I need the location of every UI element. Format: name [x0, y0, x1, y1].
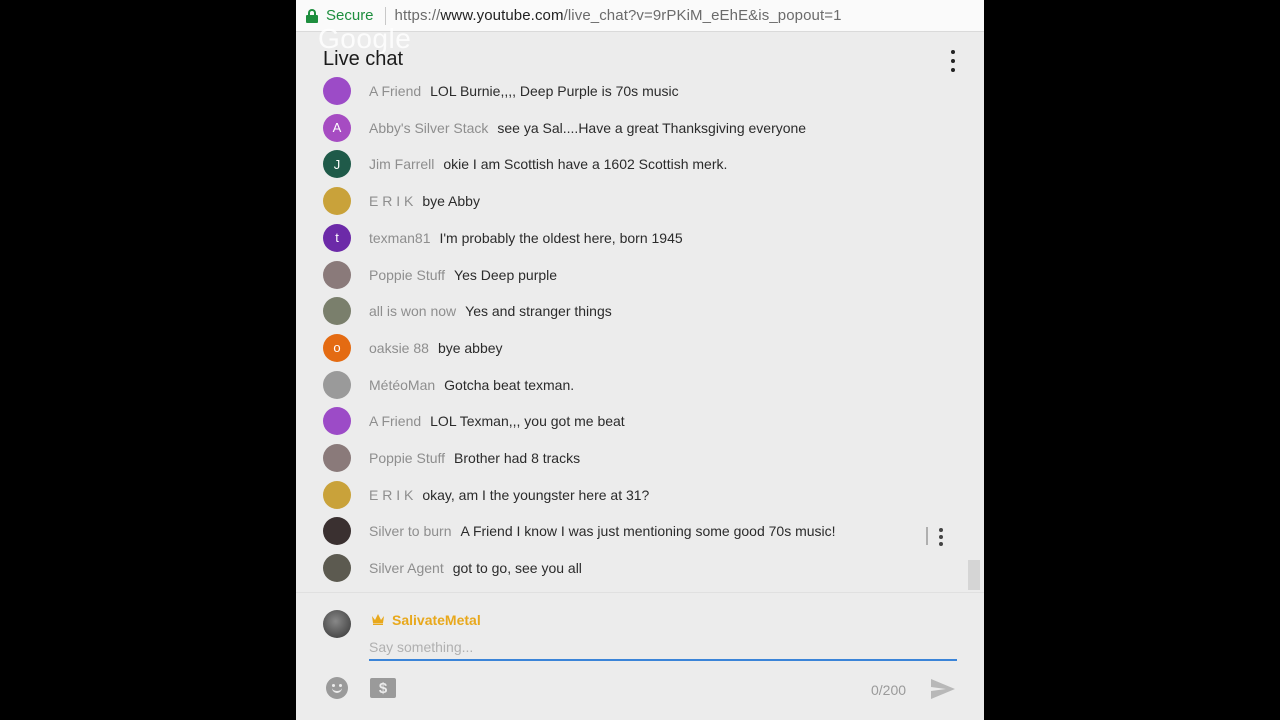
- list-item[interactable]: A Friend LOL Texman,,, you got me beat: [323, 406, 625, 436]
- message-author[interactable]: A Friend: [369, 83, 421, 99]
- crown-icon: [372, 614, 384, 625]
- avatar: [323, 444, 351, 472]
- list-item[interactable]: J Jim Farrell okie I am Scottish have a 16…: [323, 149, 727, 179]
- message-author[interactable]: Poppie Stuff: [369, 450, 445, 466]
- avatar: t: [323, 223, 351, 252]
- list-item[interactable]: E R I K bye Abby: [323, 186, 480, 216]
- list-item[interactable]: Poppie Stuff Brother had 8 tracks: [323, 443, 580, 473]
- message-author[interactable]: texman81: [369, 230, 430, 246]
- message-text: got to go, see you all: [452, 560, 582, 577]
- list-item[interactable]: E R I K okay, am I the youngster here at …: [323, 480, 649, 510]
- avatar: o: [323, 333, 351, 362]
- list-item[interactable]: t texman81 I'm probably the oldest here, b…: [323, 223, 683, 253]
- message-text: bye abbey: [437, 339, 503, 356]
- message-text: okie I am Scottish have a 1602 Scottish …: [443, 156, 728, 173]
- message-text: A Friend I know I was just mentioning so…: [460, 523, 836, 540]
- message-author[interactable]: Silver to burn: [369, 523, 451, 539]
- avatar: [323, 480, 351, 509]
- message-list: A Friend LOL Burnie,,,, Deep Purple is 70…: [296, 72, 984, 592]
- message-text: I'm probably the oldest here, born 1945: [439, 229, 683, 246]
- avatar: [323, 407, 351, 436]
- message-author[interactable]: E R I K: [369, 487, 413, 503]
- message-author[interactable]: A Friend: [369, 413, 421, 429]
- avatar: A: [323, 113, 351, 142]
- avatar: J: [323, 150, 351, 179]
- chat-input[interactable]: [369, 635, 957, 661]
- avatar: [323, 610, 351, 638]
- avatar: [323, 370, 351, 399]
- browser-window: Secure https://www.youtube.com/live_chat…: [296, 0, 984, 720]
- avatar: [323, 260, 351, 289]
- url-text[interactable]: https://www.youtube.com/live_chat?v=9rPK…: [395, 7, 842, 24]
- message-text: see ya Sal....Have a great Thanksgiving …: [497, 119, 807, 136]
- more-vert-icon[interactable]: [948, 50, 958, 72]
- message-author[interactable]: Jim Farrell: [369, 156, 434, 172]
- message-text: Yes and stranger things: [465, 303, 612, 320]
- message-author[interactable]: oaksie 88: [369, 340, 429, 356]
- composer: SalivateMetal $ 0/200: [296, 592, 984, 720]
- list-item[interactable]: A Friend LOL Burnie,,,, Deep Purple is 70…: [323, 76, 679, 106]
- url-path: /live_chat?v=9rPKiM_eEhE&is_popout=1: [563, 7, 842, 24]
- message-text: LOL Texman,,, you got me beat: [430, 413, 625, 430]
- message-author[interactable]: Abby's Silver Stack: [369, 120, 488, 136]
- list-item[interactable]: Silver to burn A Friend I know I was just…: [323, 516, 836, 546]
- send-icon[interactable]: [930, 678, 956, 700]
- text-cursor: [926, 527, 928, 545]
- url-scheme: https://: [394, 7, 441, 24]
- avatar: [323, 554, 351, 583]
- scrollbar-thumb[interactable]: [968, 560, 980, 590]
- message-text: okay, am I the youngster here at 31?: [422, 486, 650, 503]
- list-item[interactable]: o oaksie 88 bye abbey: [323, 333, 503, 363]
- secure-label: Secure: [326, 7, 374, 24]
- character-counter: 0/200: [871, 682, 907, 698]
- chat-title: Live chat: [323, 48, 404, 70]
- message-text: Brother had 8 tracks: [454, 450, 581, 466]
- message-text: Yes Deep purple: [454, 266, 558, 283]
- list-item[interactable]: Poppie Stuff Yes Deep purple: [323, 260, 557, 290]
- avatar: [323, 517, 351, 546]
- message-text: LOL Burnie,,,, Deep Purple is 70s music: [430, 83, 679, 99]
- message-menu-icon[interactable]: [937, 528, 945, 546]
- message-author[interactable]: Poppie Stuff: [369, 267, 445, 283]
- avatar: [323, 297, 351, 326]
- emoji-icon[interactable]: [326, 677, 348, 699]
- list-item[interactable]: A Abby's Silver Stack see ya Sal....Have a…: [323, 113, 806, 143]
- message-text: Gotcha beat texman.: [444, 376, 575, 393]
- url-host: www.youtube.com: [440, 7, 564, 24]
- message-author[interactable]: Silver Agent: [369, 560, 444, 576]
- list-item[interactable]: Silver Agent got to go, see you all: [323, 553, 582, 583]
- dollar-icon[interactable]: $: [370, 678, 396, 698]
- lock-icon: [306, 8, 318, 23]
- message-author[interactable]: all is won now: [369, 303, 456, 319]
- address-divider: [384, 6, 386, 25]
- message-author[interactable]: E R I K: [369, 193, 413, 209]
- composer-username: SalivateMetal: [392, 612, 481, 628]
- list-item[interactable]: all is won now Yes and stranger things: [323, 296, 612, 326]
- message-text: bye Abby: [422, 193, 480, 210]
- list-item[interactable]: MétéoMan Gotcha beat texman.: [323, 370, 574, 400]
- avatar: [323, 77, 351, 105]
- message-author[interactable]: MétéoMan: [369, 377, 435, 393]
- avatar: [323, 187, 351, 216]
